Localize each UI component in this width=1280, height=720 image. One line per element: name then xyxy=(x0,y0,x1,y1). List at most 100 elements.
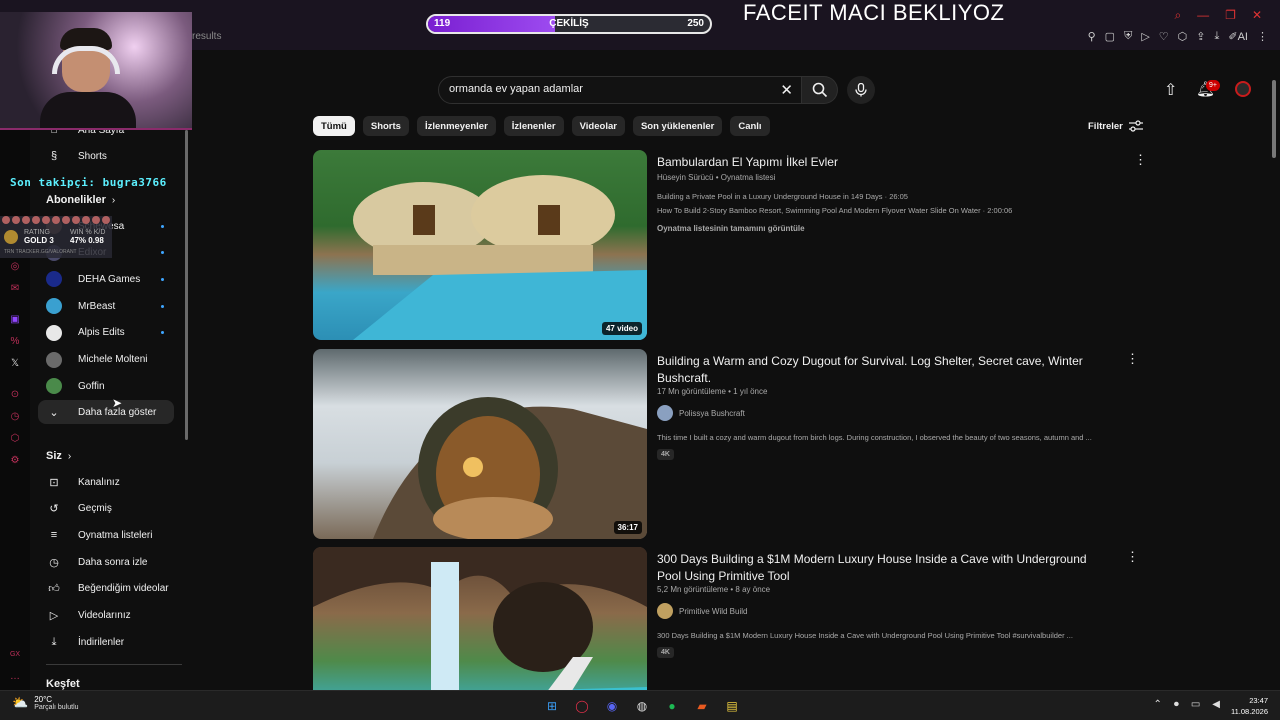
result-description: This time I built a cozy and warm dugout… xyxy=(657,433,1092,442)
shield-icon[interactable]: ⛨ xyxy=(1124,30,1132,43)
network-icon[interactable]: ▭ xyxy=(1191,699,1200,710)
record-icon[interactable]: ⊙ xyxy=(8,388,22,402)
clock-icon[interactable]: ◷ xyxy=(8,410,22,424)
close-icon[interactable]: ✕ xyxy=(1252,8,1262,23)
download-icon[interactable]: ⤓ xyxy=(1215,30,1220,43)
notepad-icon[interactable]: ▤ xyxy=(722,696,742,716)
upload-icon[interactable]: ⇧ xyxy=(1164,80,1177,100)
show-more-button[interactable]: ⌄ Daha fazla göster xyxy=(38,400,174,424)
filter-chip[interactable]: İzlenenler xyxy=(503,116,564,136)
ai-icon[interactable]: ✐AI xyxy=(1228,30,1248,43)
channel-icon: ⊡ xyxy=(49,476,59,489)
mouse-cursor-icon: ➤ xyxy=(112,396,123,410)
spotify-icon[interactable]: ● xyxy=(662,696,682,716)
opera-gx-icon[interactable]: ◯ xyxy=(572,696,592,716)
sidebar-item-your-videos[interactable]: ▷ Videolarınız xyxy=(38,604,174,628)
sidebar-item-shorts[interactable]: § Shorts xyxy=(38,144,174,168)
filters-button[interactable]: Filtreler xyxy=(1088,120,1143,132)
more-options-icon[interactable]: ⋮ xyxy=(1126,549,1139,565)
obs-icon[interactable]: ◍ xyxy=(632,696,652,716)
sidebar-item-downloads[interactable]: ⤓ İndirilenler xyxy=(38,630,174,654)
sidebar-channel[interactable]: Michele Molteni xyxy=(38,348,174,372)
profile-avatar[interactable] xyxy=(1235,81,1251,97)
latest-follower-text: Son takipçi: bugra3766 xyxy=(10,176,167,189)
heart-icon[interactable]: ♡ xyxy=(1159,30,1169,43)
pin-icon[interactable]: ⚲ xyxy=(1088,30,1096,43)
result-video[interactable]: 36:17 Building a Warm and Cozy Dugout fo… xyxy=(313,349,1143,539)
sidebar-channel[interactable]: Goffin xyxy=(38,374,174,398)
filter-chip[interactable]: Shorts xyxy=(362,116,409,136)
filter-chip[interactable]: Tümü xyxy=(313,116,355,136)
discord-icon[interactable]: ◉ xyxy=(602,696,622,716)
windows-start-icon[interactable]: ⊞ xyxy=(542,696,562,716)
share-icon[interactable]: ⇪ xyxy=(1196,30,1205,43)
result-channel[interactable]: Primitive Wild Build xyxy=(657,603,747,619)
sidebar-channel[interactable]: Alpis Edits xyxy=(38,321,174,345)
result-channel-line[interactable]: Hüseyin Sürücü • Oynatma listesi xyxy=(657,173,775,182)
sidebar-item-playlists[interactable]: ≡ Oynatma listeleri xyxy=(38,523,174,547)
microphone-icon[interactable]: ⏺ xyxy=(1174,699,1179,710)
tray-chevron-icon[interactable]: ⌃ xyxy=(1153,699,1161,710)
more-icon[interactable]: … xyxy=(8,670,22,684)
shape-icon[interactable]: ⬡ xyxy=(8,432,22,446)
you-header[interactable]: Siz › xyxy=(46,450,71,462)
sidebar-item-liked[interactable]: 👍︎ Beğendiğim videolar xyxy=(38,577,174,601)
video-thumbnail[interactable]: 36:17 xyxy=(313,349,647,539)
more-options-icon[interactable]: ⋮ xyxy=(1134,152,1147,168)
minimize-icon[interactable]: — xyxy=(1197,8,1209,23)
filter-chip[interactable]: Canlı xyxy=(730,116,770,136)
giveaway-label: ÇEKİLİŞ xyxy=(549,18,589,29)
video-thumbnail[interactable]: 47 video xyxy=(313,150,647,340)
filters-label: Filtreler xyxy=(1088,120,1123,132)
voice-search-button[interactable] xyxy=(847,76,875,104)
result-channel[interactable]: Polissya Bushcraft xyxy=(657,405,745,421)
search-input[interactable] xyxy=(449,83,769,95)
view-full-playlist-link[interactable]: Oynatma listesinin tamamını görüntüle xyxy=(657,224,805,233)
sidebar-item-channel[interactable]: ⊡ Kanalınız xyxy=(38,470,174,494)
playlist-video-2[interactable]: How To Build 2-Story Bamboo Resort, Swim… xyxy=(657,206,1127,215)
clear-search-icon[interactable]: ✕ xyxy=(780,81,793,99)
result-title[interactable]: Building a Warm and Cozy Dugout for Surv… xyxy=(657,353,1097,387)
cube-icon[interactable]: ⬡ xyxy=(1178,30,1188,43)
terminal-icon[interactable]: ▰ xyxy=(692,696,712,716)
system-clock[interactable]: 23:47 11.08.2026 xyxy=(1231,695,1268,717)
filter-chip[interactable]: Videolar xyxy=(571,116,625,136)
new-content-dot xyxy=(161,224,164,228)
shorts-icon: § xyxy=(50,150,58,162)
x-icon[interactable]: 𝕏 xyxy=(8,357,22,371)
sidebar-channel[interactable]: MrBeast xyxy=(38,294,174,318)
agent-icon xyxy=(92,216,100,224)
search-icon[interactable]: ⌕ xyxy=(1174,8,1181,23)
sidebar-scrollbar[interactable] xyxy=(185,130,188,440)
subscriptions-header[interactable]: Abonelikler › xyxy=(46,194,115,206)
new-content-dot xyxy=(161,251,164,255)
search-box: ✕ xyxy=(438,76,802,104)
screenshot-icon[interactable]: ▢ xyxy=(1105,30,1115,43)
play-icon[interactable]: ▷ xyxy=(1141,30,1149,43)
search-button[interactable] xyxy=(802,76,838,104)
gx-icon[interactable]: GX xyxy=(8,648,22,662)
sidebar-item-history[interactable]: ↺ Geçmiş xyxy=(38,497,174,521)
extension-toolbar: ⚲ ▢ ⛨ ▷ ♡ ⬡ ⇪ ⤓ ✐AI ⋮ xyxy=(1088,30,1268,43)
settings-icon[interactable]: ⚙ xyxy=(8,454,22,468)
result-title[interactable]: Bambulardan El Yapımı İlkel Evler xyxy=(657,154,1097,171)
sidebar-channel[interactable]: DEHA Games xyxy=(38,267,174,291)
filter-chip[interactable]: İzlenmeyenler xyxy=(416,116,496,136)
twitch-icon[interactable]: ▣ xyxy=(8,313,22,327)
gmail-icon[interactable]: ✉ xyxy=(8,282,22,296)
volume-icon[interactable]: ◀ xyxy=(1212,699,1220,710)
weather-widget[interactable]: ⛅ 20°C Parçalı bulutlu xyxy=(12,695,79,711)
percent-icon[interactable]: % xyxy=(8,335,22,349)
channel-name: Primitive Wild Build xyxy=(679,606,748,616)
filter-chip[interactable]: Son yüklenenler xyxy=(632,116,723,136)
menu-icon[interactable]: ⋮ xyxy=(1257,30,1268,43)
page-scrollbar[interactable] xyxy=(1272,80,1276,158)
playlist-video-1[interactable]: Building a Private Pool in a Luxury Unde… xyxy=(657,192,1127,201)
result-playlist[interactable]: 47 video Bambulardan El Yapımı İlkel Evl… xyxy=(313,150,1147,340)
agent-icon xyxy=(2,216,10,224)
sidebar-item-watch-later[interactable]: ◷ Daha sonra izle xyxy=(38,550,174,574)
instagram-icon[interactable]: ◎ xyxy=(8,260,22,274)
result-title[interactable]: 300 Days Building a $1M Modern Luxury Ho… xyxy=(657,551,1097,585)
maximize-icon[interactable]: ❐ xyxy=(1225,8,1236,23)
more-options-icon[interactable]: ⋮ xyxy=(1126,351,1139,367)
